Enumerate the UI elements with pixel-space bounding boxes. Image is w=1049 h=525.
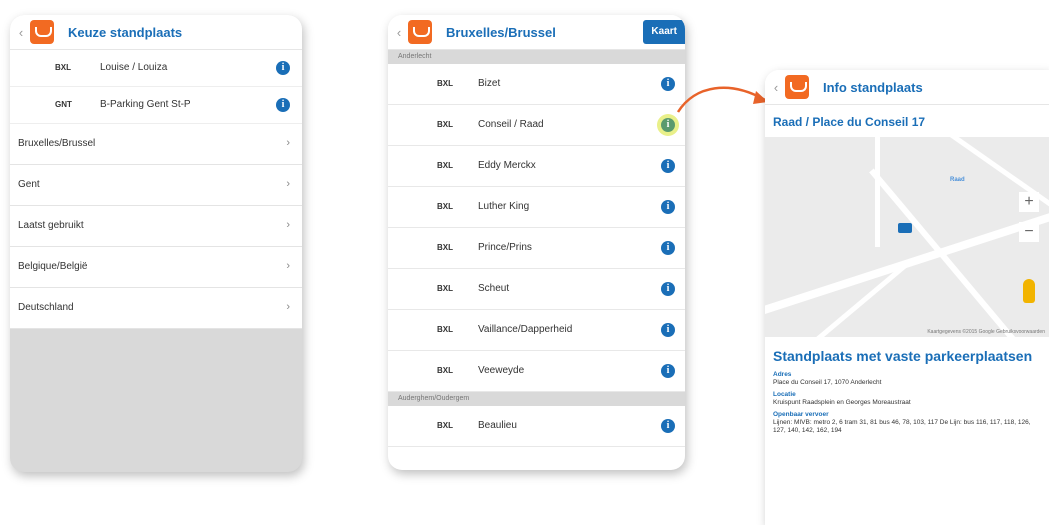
screen-city-list: ‹ Bruxelles/Brussel Kaart Anderlecht BXL…	[388, 15, 685, 470]
info-icon[interactable]: i	[661, 323, 675, 337]
page-title: Info standplaats	[823, 79, 923, 95]
station-code: BXL	[437, 79, 453, 88]
chevron-right-icon: ›	[286, 137, 290, 149]
station-code: GNT	[55, 100, 72, 109]
list-item[interactable]: BXL Prince/Prins i	[388, 228, 685, 269]
station-name: Luther King	[478, 201, 530, 212]
station-name: Veeweyde	[478, 365, 525, 376]
nav-item-germany[interactable]: Deutschland ›	[10, 288, 302, 329]
map-road	[869, 168, 1041, 337]
list-item[interactable]: BXL Veeweyde i	[388, 351, 685, 392]
list-item[interactable]: BXL Beaulieu i	[388, 406, 685, 447]
flow-arrow-icon	[676, 86, 768, 113]
location-value: Kruispunt Raadsplein en Georges Moreaust…	[773, 399, 911, 406]
info-icon[interactable]: i	[661, 159, 675, 173]
screen-choose-location: ‹ Keuze standplaats BXL Louise / Louiza …	[10, 15, 302, 472]
station-code: BXL	[437, 243, 453, 252]
station-name: Eddy Merckx	[478, 160, 536, 171]
chevron-right-icon: ›	[286, 301, 290, 313]
list-item[interactable]: BXL Scheut i	[388, 269, 685, 310]
station-code: BXL	[437, 284, 453, 293]
info-icon[interactable]: i	[276, 98, 290, 112]
list-item[interactable]: BXL Vaillance/Dapperheid i	[388, 310, 685, 351]
nav-item-gent[interactable]: Gent ›	[10, 165, 302, 206]
station-name: Bizet	[478, 78, 501, 89]
location-type: Standplaats met vaste parkeerplaatsen	[773, 348, 1033, 364]
info-icon[interactable]: i	[661, 419, 675, 433]
info-icon[interactable]: i	[661, 364, 675, 378]
station-name: Vaillance/Dapperheid	[478, 324, 573, 335]
screen-location-info: ‹ Info standplaats Raad / Place du Conse…	[765, 70, 1049, 525]
location-field: Locatie Kruispunt Raadsplein en Georges …	[765, 391, 1049, 411]
back-chevron-icon[interactable]: ‹	[14, 25, 28, 40]
info-icon[interactable]: i	[276, 61, 290, 75]
list-item[interactable]: BXL Eddy Merckx i	[388, 146, 685, 187]
back-chevron-icon[interactable]: ‹	[769, 80, 783, 95]
street-view-pegman-icon[interactable]	[1023, 279, 1035, 303]
map-road	[875, 137, 880, 247]
station-code: BXL	[437, 120, 453, 129]
location-label: Locatie	[773, 391, 796, 398]
station-code: BXL	[55, 63, 71, 72]
nav-item-label: Laatst gebruikt	[18, 220, 84, 231]
page-title: Bruxelles/Brussel	[446, 24, 556, 40]
station-name: Prince/Prins	[478, 242, 532, 253]
favorite-item[interactable]: GNT B-Parking Gent St-P i	[10, 87, 302, 124]
top-bar: ‹ Bruxelles/Brussel Kaart	[388, 15, 685, 50]
station-code: BXL	[437, 421, 453, 430]
transit-label: Openbaar vervoer	[773, 411, 829, 418]
station-name: Beaulieu	[478, 420, 517, 431]
nav-item-bruxelles[interactable]: Bruxelles/Brussel ›	[10, 124, 302, 165]
map-label: Raad	[950, 177, 965, 183]
zoom-in-button[interactable]: +	[1019, 192, 1039, 212]
info-icon[interactable]: i	[661, 241, 675, 255]
transit-value: Lijnen: MIVB: metro 2, 6 tram 31, 81 bus…	[773, 419, 1031, 434]
station-name: Scheut	[478, 283, 510, 294]
map-button[interactable]: Kaart	[643, 20, 685, 44]
address-field: Adres Place du Conseil 17, 1070 Anderlec…	[765, 371, 1049, 391]
nav-item-recent[interactable]: Laatst gebruikt ›	[10, 206, 302, 247]
info-icon[interactable]: i	[661, 282, 675, 296]
list-item[interactable]: BXL Bizet i	[388, 64, 685, 105]
station-name: Conseil / Raad	[478, 119, 544, 130]
back-chevron-icon[interactable]: ‹	[392, 25, 406, 40]
page-title: Keuze standplaats	[68, 24, 183, 40]
info-icon[interactable]: i	[661, 200, 675, 214]
map-attribution: Kaartgegevens ©2015 Google Gebruiksvoorw…	[927, 329, 1045, 335]
section-header: Auderghem/Oudergem	[388, 392, 685, 406]
address-label: Adres	[773, 371, 792, 378]
location-name: Raad / Place du Conseil 17	[773, 115, 926, 129]
list-item[interactable]: BXL Luther King i	[388, 187, 685, 228]
station-code: BXL	[437, 202, 453, 211]
address-value: Place du Conseil 17, 1070 Anderlecht	[773, 379, 882, 386]
top-bar: ‹ Keuze standplaats	[10, 15, 302, 50]
chevron-right-icon: ›	[286, 178, 290, 190]
station-name: Louise / Louiza	[100, 62, 168, 73]
list-item[interactable]: BXL Conseil / Raad i	[388, 105, 685, 146]
app-logo	[408, 20, 432, 44]
station-code: BXL	[437, 325, 453, 334]
chevron-right-icon: ›	[286, 260, 290, 272]
zoom-out-button[interactable]: −	[1019, 222, 1039, 242]
app-logo	[785, 75, 809, 99]
map-marker-icon[interactable]	[898, 223, 912, 233]
nav-item-label: Gent	[18, 179, 40, 190]
top-bar: ‹ Info standplaats	[765, 70, 1049, 105]
map-view[interactable]: Raad + − Kaartgegevens ©2015 Google Gebr…	[765, 137, 1049, 337]
nav-item-belgium[interactable]: Belgique/België ›	[10, 247, 302, 288]
station-code: BXL	[437, 161, 453, 170]
station-code: BXL	[437, 366, 453, 375]
app-logo	[30, 20, 54, 44]
section-header: Anderlecht	[388, 50, 685, 64]
station-name: B-Parking Gent St-P	[100, 99, 191, 110]
chevron-right-icon: ›	[286, 219, 290, 231]
nav-item-label: Deutschland	[18, 302, 74, 313]
nav-item-label: Bruxelles/Brussel	[18, 138, 96, 149]
transit-field: Openbaar vervoer Lijnen: MIVB: metro 2, …	[765, 411, 1049, 439]
favorite-item[interactable]: BXL Louise / Louiza i	[10, 50, 302, 87]
nav-item-label: Belgique/België	[18, 261, 88, 272]
